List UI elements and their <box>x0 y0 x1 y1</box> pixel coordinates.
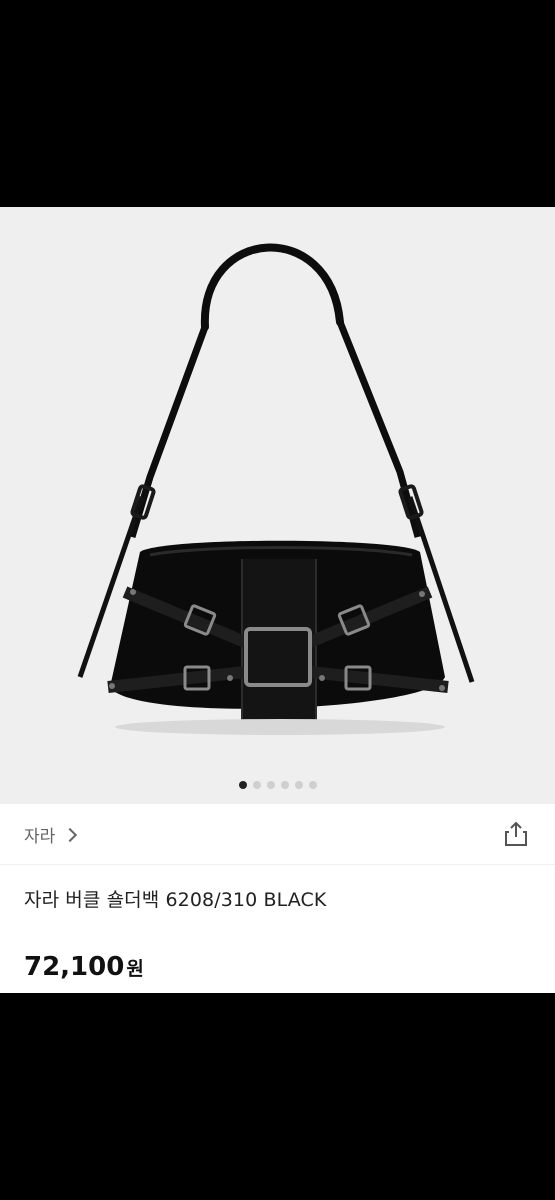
carousel-dot[interactable] <box>252 781 261 789</box>
carousel-dot[interactable] <box>266 781 275 789</box>
carousel-dot[interactable] <box>308 781 317 789</box>
brand-link[interactable]: 자라 <box>24 822 78 847</box>
image-carousel-indicator[interactable] <box>0 780 555 790</box>
carousel-dot[interactable] <box>294 781 303 789</box>
price-amount: 72,100 <box>24 952 125 982</box>
product-image[interactable] <box>0 207 555 804</box>
product-price: 72,100 원 <box>24 952 144 982</box>
brand-name: 자라 <box>24 827 56 847</box>
bottom-black-area <box>0 993 555 1200</box>
carousel-dot[interactable] <box>238 781 247 789</box>
top-black-area <box>0 0 555 207</box>
share-icon <box>505 821 527 846</box>
carousel-dot[interactable] <box>280 781 289 789</box>
bag-illustration <box>77 243 475 735</box>
brand-row: 자라 <box>0 804 555 865</box>
share-button[interactable] <box>503 820 529 848</box>
product-info-panel: 자라 자라 버클 숄더백 6208/310 BLACK 72,100 원 <box>0 804 555 993</box>
price-currency: 원 <box>126 958 144 980</box>
chevron-right-icon <box>63 827 78 842</box>
product-title: 자라 버클 숄더백 6208/310 BLACK <box>24 889 327 911</box>
